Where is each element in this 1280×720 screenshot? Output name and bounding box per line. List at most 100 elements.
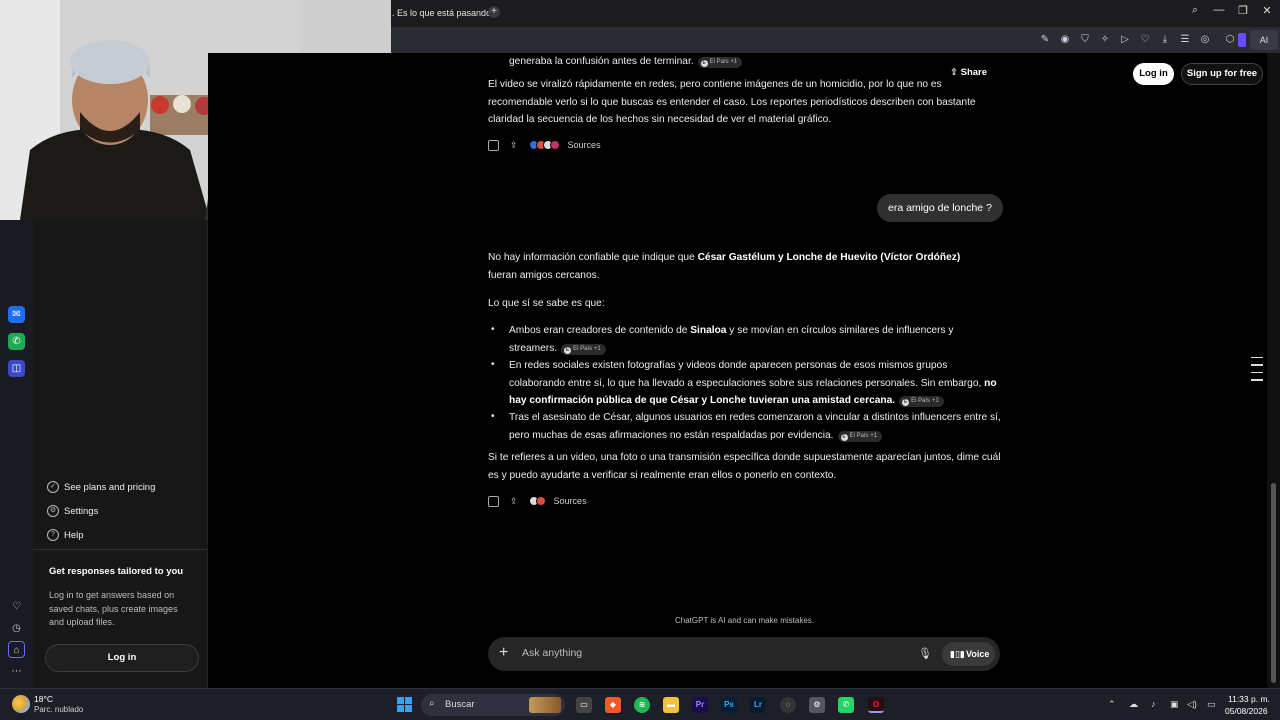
message-tail-text: generaba la confusión antes de terminar. [509,56,694,67]
response-paragraph-2: Lo que sí se sabe es que: [488,298,605,309]
clock-date[interactable]: 05/08/2026 [1225,706,1268,716]
cube-icon[interactable]: ⬡ [1224,34,1236,46]
camera-icon[interactable]: ◉ [1059,34,1071,46]
opera-icon[interactable]: O [868,697,884,713]
ai-label: AI [1259,35,1269,45]
header-signup-button[interactable]: Sign up for free [1181,63,1263,85]
clock-time[interactable]: 11:33 p. m. [1228,694,1270,704]
scrollbar-thumb[interactable] [1271,483,1276,683]
citation-source: El País [709,59,729,65]
response-paragraph-3: Si te refieres a un video, una foto o un… [488,452,1001,481]
share-message-icon[interactable]: ⇪ [510,496,518,507]
citation-chip[interactable]: E El País +1 [837,430,883,442]
spotify-icon[interactable]: ≋ [634,697,650,713]
sources-icons [528,496,546,506]
search-highlight-image [529,697,561,713]
plans-link[interactable]: ✓ See plans and pricing [47,479,155,495]
cloud-icon[interactable]: ☁ [1129,699,1138,710]
whatsapp-taskbar-icon[interactable]: ✆ [838,697,854,713]
more-icon[interactable]: ⋯ [8,663,25,680]
message-tail: generaba la confusión antes de terminar.… [509,53,1001,71]
sources-button[interactable]: Sources [568,140,601,150]
browser-tab[interactable]: . Es lo que está pasando [392,4,491,23]
assistant-paragraph: El video se viralizó rápidamente en rede… [488,79,976,125]
menu-icon[interactable]: ☰ [1179,34,1191,46]
settings-label: Settings [64,505,99,517]
new-tab-button[interactable]: + [488,6,500,18]
weather-description[interactable]: Parc. nublado [34,705,83,714]
composer[interactable]: + Ask anything 🎙 ▮▯▮ Voice [488,637,1000,671]
tailored-body: Log in to get answers based on saved cha… [49,590,178,627]
discord-icon[interactable]: ◌ [780,697,796,713]
photoshop-icon[interactable]: Ps [721,697,737,713]
microphone-icon[interactable]: 🎙 [918,647,932,660]
volume-icon[interactable]: ◁) [1187,699,1197,710]
citation-chip[interactable]: E El País +1 [899,396,944,407]
gear-icon: ⚙ [47,505,59,517]
copy-icon[interactable] [488,139,499,151]
bullet-2-a: En redes sociales existen fotografías y … [509,360,985,389]
search-icon[interactable]: ⌕ [1185,4,1205,17]
sidebar-login-button[interactable]: Log in [45,644,199,672]
voice-button[interactable]: ▮▯▮ Voice [942,642,995,666]
premiere-icon[interactable]: Pr [692,697,708,713]
network-icon[interactable]: ▣ [1170,699,1179,710]
search-label: Buscar [445,699,475,710]
lightroom-icon[interactable]: Lr [750,697,766,713]
citation-chip[interactable]: E El País +1 [561,343,606,355]
header-login-button[interactable]: Log in [1133,63,1174,85]
gift-icon[interactable]: ⌂ [8,641,25,658]
weather-icon[interactable] [12,695,30,713]
edit-icon[interactable]: ✎ [1039,34,1051,46]
copy-icon[interactable] [488,495,499,507]
sources-button[interactable]: Sources [554,496,587,506]
bullet-dot: • [491,359,495,370]
response-paragraph-1: No hay información confiable que indique… [488,249,1001,284]
message-actions: ⇪ Sources [488,494,587,508]
composer-input[interactable]: Ask anything [522,647,582,659]
favorites-icon[interactable]: ♡ [8,598,25,615]
messenger-icon[interactable]: ✉ [8,306,25,323]
settings-gear-icon[interactable]: ⚙ [809,697,825,713]
play-icon[interactable]: ▷ [1119,34,1131,46]
profile-icon[interactable]: ◎ [1199,34,1211,46]
extension-icon[interactable]: ✧ [1099,34,1111,46]
plans-label: See plans and pricing [64,481,156,493]
voice-label: Voice [966,649,990,659]
settings-link[interactable]: ⚙ Settings [47,503,98,519]
shield-icon[interactable]: ⛉ [1079,34,1091,46]
history-icon[interactable]: ◷ [8,620,25,637]
task-view-icon[interactable]: ▭ [576,697,592,713]
chevron-up-icon[interactable]: ⌃ [1108,699,1116,710]
ai-button[interactable]: AI [1250,30,1278,50]
instagram-icon[interactable]: ◫ [8,360,25,377]
citation-more: +1 [931,398,939,404]
battery-icon[interactable]: ▭ [1207,699,1216,710]
taskbar: 18°C Parc. nublado ⌕ Buscar ▭ ◆ ≋ ▬ Pr P… [0,688,1280,720]
weather-temperature[interactable]: 18°C [34,694,53,704]
whatsapp-icon[interactable]: ✆ [8,333,25,350]
bullet-2: En redes sociales existen fotografías y … [509,357,1001,410]
restore-button[interactable]: ❐ [1233,4,1253,17]
help-link[interactable]: ? Help [47,527,84,543]
download-icon[interactable]: ⤓ [1159,34,1171,46]
scrollbar[interactable] [1267,53,1280,688]
file-explorer-icon[interactable]: ▬ [663,697,679,713]
heart-icon[interactable]: ♡ [1139,34,1151,46]
brave-icon[interactable]: ◆ [605,697,621,713]
citation-icon: E [840,433,848,441]
citation-icon: E [564,346,572,354]
response-p1-b: César Gastélum y Lonche de Huevito (Víct… [697,252,961,263]
citation-chip[interactable]: E El País +1 [697,57,743,68]
close-window-button[interactable]: ✕ [1257,4,1277,17]
windows-start-icon[interactable] [397,697,412,712]
taskbar-search[interactable]: ⌕ Buscar [421,694,565,716]
citation-icon: E [700,60,708,67]
add-attachment-icon[interactable]: + [499,644,508,662]
help-label: Help [64,529,84,541]
mic-tray-icon[interactable]: ♪ [1151,699,1156,709]
bullet-1-a: Ambos eran creadores de contenido de [509,325,691,336]
minimize-button[interactable]: — [1209,4,1229,16]
share-message-icon[interactable]: ⇪ [510,140,518,151]
scroll-markers[interactable] [1251,357,1263,387]
